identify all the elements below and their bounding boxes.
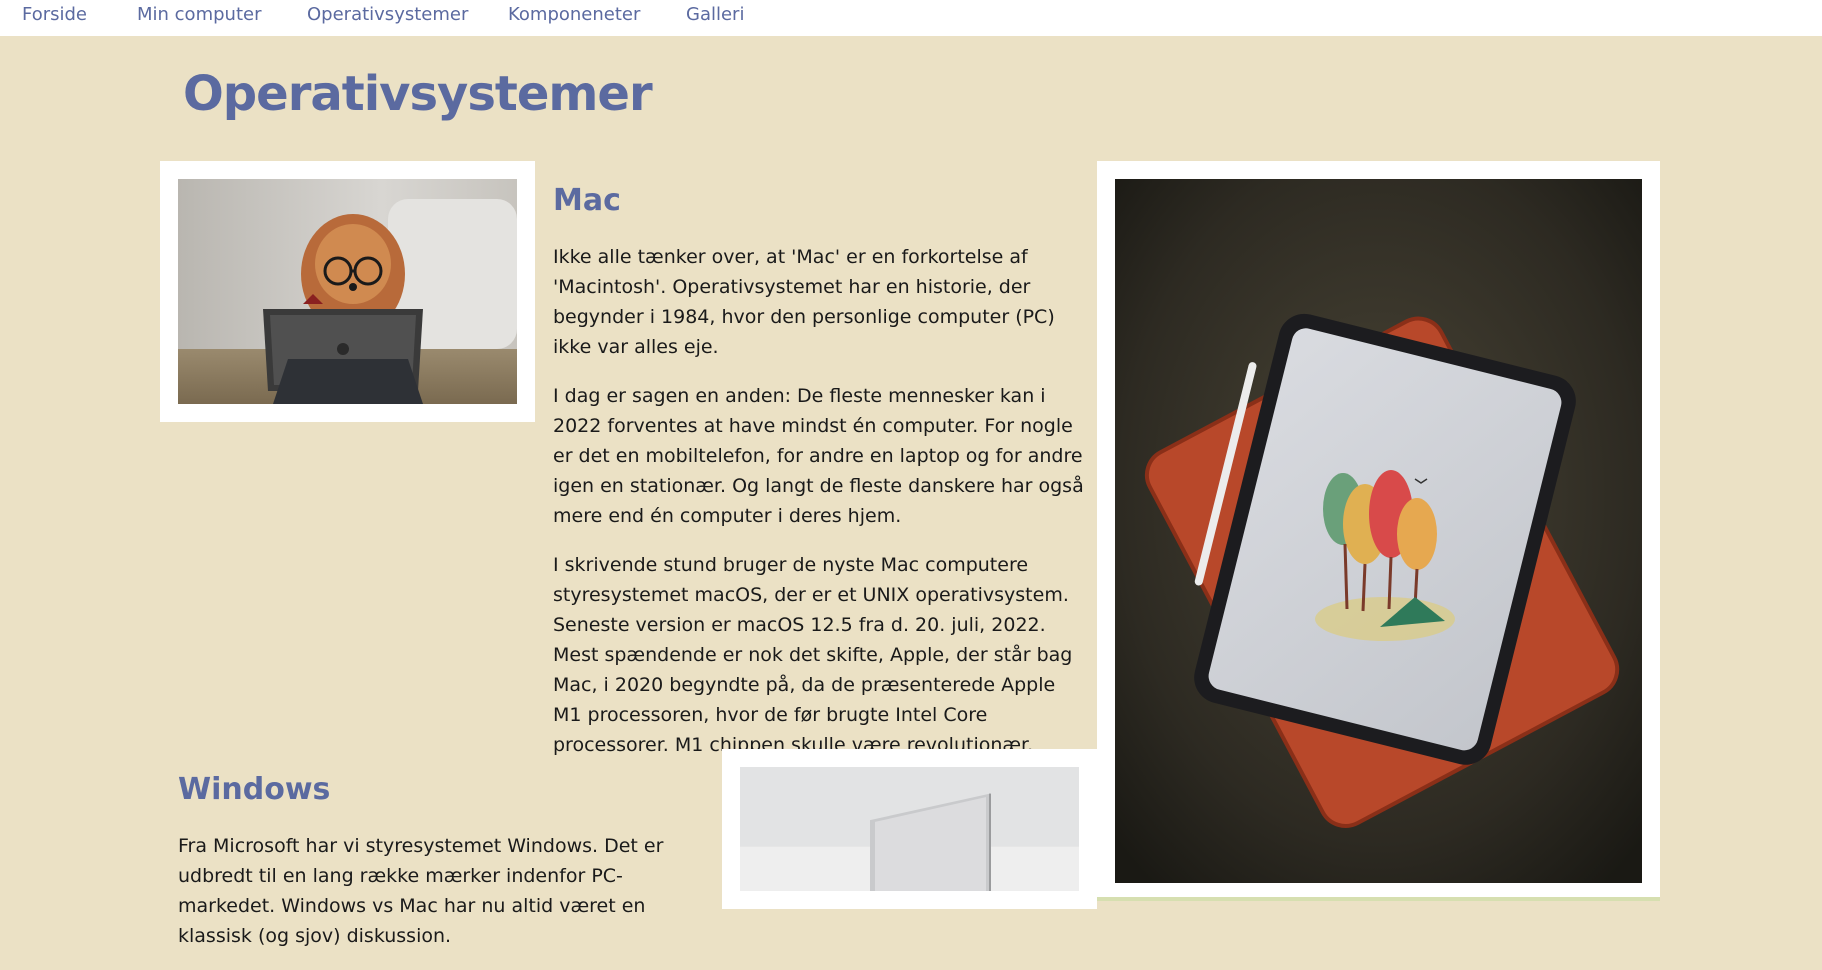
windows-paragraph-1: Fra Microsoft har vi styresystemet Windo…	[178, 835, 664, 947]
mac-section-heading: Mac	[553, 183, 621, 218]
ipad-photo-frame	[1097, 161, 1660, 901]
background-strip	[1097, 897, 1660, 901]
dog-tablet-photo	[178, 179, 517, 404]
mac-paragraph-2: I dag er sagen en anden: De fleste menne…	[553, 385, 1084, 527]
laptop-photo	[740, 767, 1079, 891]
ipad-on-case-photo	[1115, 179, 1642, 883]
dog-tablet-photo-frame	[160, 161, 535, 422]
mac-paragraph-1: Ikke alle tænker over, at 'Mac' er en fo…	[553, 246, 1055, 358]
top-navigation: Forside Min computer Operativsystemer Ko…	[0, 0, 1822, 36]
nav-link-komponeneter[interactable]: Komponeneter	[508, 4, 640, 25]
nav-link-forside[interactable]: Forside	[22, 4, 87, 25]
nav-link-min-computer[interactable]: Min computer	[137, 4, 261, 25]
nav-link-operativsystemer[interactable]: Operativsystemer	[307, 4, 468, 25]
nav-link-galleri[interactable]: Galleri	[686, 4, 744, 25]
mac-section-text: Ikke alle tænker over, at 'Mac' er en fo…	[553, 242, 1085, 779]
mac-paragraph-3: I skrivende stund bruger de nyste Mac co…	[553, 554, 1073, 756]
laptop-photo-frame	[722, 749, 1097, 909]
page-title: Operativsystemer	[183, 66, 653, 122]
windows-section-heading: Windows	[178, 772, 331, 807]
